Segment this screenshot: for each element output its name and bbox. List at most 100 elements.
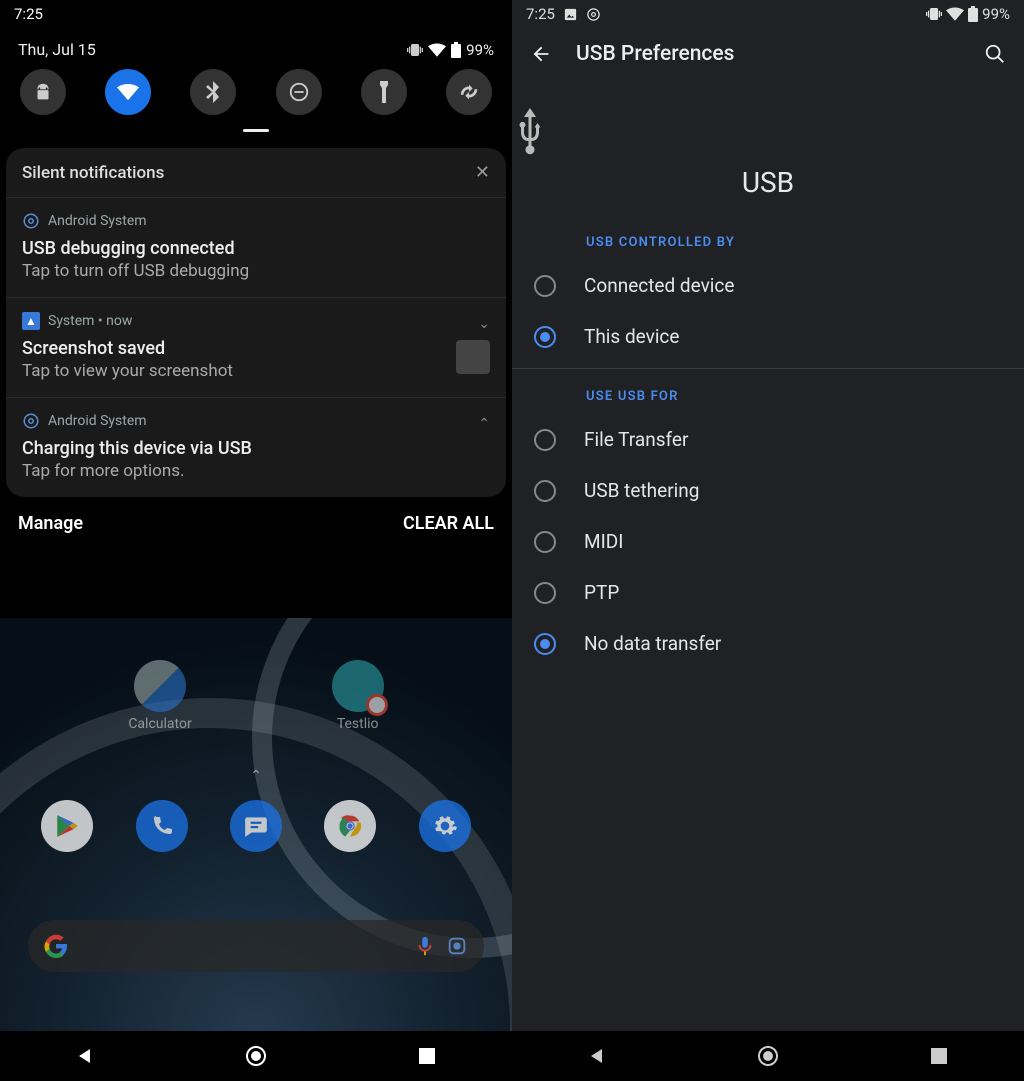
notification-charging[interactable]: Android System ⌃ Charging this device vi… <box>6 398 506 497</box>
google-search-bar[interactable] <box>28 920 484 972</box>
chrome-icon <box>336 812 364 840</box>
page-title: USB Preferences <box>576 42 960 66</box>
dnd-icon <box>288 81 310 103</box>
square-recents-icon <box>931 1048 947 1064</box>
dock-phone[interactable] <box>136 800 188 852</box>
radio-icon <box>534 326 556 348</box>
radio-label: PTP <box>584 581 619 604</box>
microphone-icon[interactable] <box>414 935 436 957</box>
silent-notifications-card: Silent notifications ✕ Android System US… <box>6 148 506 497</box>
search-button[interactable] <box>984 43 1006 65</box>
radio-this-device[interactable]: This device <box>512 311 1024 362</box>
qs-date: Thu, Jul 15 <box>18 40 96 59</box>
app-label: Testlio <box>337 716 379 732</box>
calculator-icon <box>134 660 186 712</box>
back-button[interactable] <box>530 43 552 65</box>
silent-header-label: Silent notifications <box>22 163 164 183</box>
square-recents-icon <box>419 1048 435 1064</box>
radio-icon <box>534 633 556 655</box>
chevron-down-icon[interactable]: ⌄ <box>478 316 490 332</box>
radio-label: Connected device <box>584 274 734 297</box>
rotate-icon <box>458 81 480 103</box>
nav-recents-button[interactable] <box>407 1036 447 1076</box>
notif-title: USB debugging connected <box>22 238 490 259</box>
clear-all-button[interactable]: CLEAR ALL <box>403 513 494 534</box>
notif-title: Charging this device via USB <box>22 438 490 459</box>
app-drawer-handle[interactable]: ⌃ <box>0 768 512 784</box>
app-testlio[interactable]: Testlio <box>332 660 384 732</box>
qs-toggle-flashlight[interactable] <box>361 69 407 115</box>
close-silent-button[interactable]: ✕ <box>475 162 490 183</box>
screenshot-thumbnail[interactable] <box>456 340 490 374</box>
vibrate-icon <box>407 42 423 58</box>
bluetooth-icon <box>206 81 220 103</box>
qs-toggle-wifi[interactable] <box>105 69 151 115</box>
qs-toggle-rotate[interactable] <box>446 69 492 115</box>
status-bar: 7:25 99% <box>512 0 1024 28</box>
radio-label: File Transfer <box>584 428 688 451</box>
arrow-left-icon <box>530 43 552 65</box>
vibrate-icon <box>926 6 942 22</box>
app-bar: USB Preferences <box>512 28 1024 80</box>
notif-source: Android System <box>48 213 147 229</box>
notification-screenshot[interactable]: ▲System • now ⌄ Screenshot saved Tap to … <box>6 298 506 398</box>
nav-back-button[interactable] <box>577 1036 617 1076</box>
section-controlled-by: USB CONTROLLED BY <box>512 221 1024 260</box>
radio-icon <box>534 480 556 502</box>
nav-back-button[interactable] <box>65 1036 105 1076</box>
qs-toggle-android[interactable] <box>20 69 66 115</box>
radio-label: This device <box>584 325 679 348</box>
radio-icon <box>534 429 556 451</box>
dock-play-store[interactable] <box>41 800 93 852</box>
app-label: Calculator <box>128 716 191 732</box>
notif-body: Tap to view your screenshot <box>22 361 490 381</box>
circle-home-icon <box>757 1045 779 1067</box>
divider <box>512 368 1024 369</box>
nav-recents-button[interactable] <box>919 1036 959 1076</box>
radio-label: USB tethering <box>584 479 699 502</box>
status-time: 7:25 <box>14 5 43 23</box>
chevron-up-icon[interactable]: ⌃ <box>478 416 490 432</box>
radio-icon <box>534 531 556 553</box>
notif-body: Tap to turn off USB debugging <box>22 261 490 281</box>
gear-icon <box>432 813 458 839</box>
settings-circle-icon <box>586 7 601 22</box>
nav-home-button[interactable] <box>236 1036 276 1076</box>
battery-icon <box>451 42 461 58</box>
google-lens-icon[interactable] <box>446 935 468 957</box>
dock-settings[interactable] <box>419 800 471 852</box>
app-calculator[interactable]: Calculator <box>128 660 191 732</box>
google-logo-icon <box>44 934 68 958</box>
notif-source: System • now <box>48 313 132 329</box>
image-notification-icon <box>563 7 578 22</box>
manage-button[interactable]: Manage <box>18 513 83 534</box>
search-icon <box>984 43 1006 65</box>
dock-messages[interactable] <box>230 800 282 852</box>
radio-connected-device[interactable]: Connected device <box>512 260 1024 311</box>
radio-usb-tethering[interactable]: USB tethering <box>512 465 1024 516</box>
notification-usb-debugging[interactable]: Android System USB debugging connected T… <box>6 198 506 298</box>
notif-title: Screenshot saved <box>22 338 490 359</box>
testlio-icon <box>332 660 384 712</box>
settings-circle-icon <box>22 412 40 430</box>
radio-file-transfer[interactable]: File Transfer <box>512 414 1024 465</box>
flashlight-icon <box>378 81 390 103</box>
notif-body: Tap for more options. <box>22 461 490 481</box>
radio-no-data-transfer[interactable]: No data transfer <box>512 618 1024 669</box>
radio-midi[interactable]: MIDI <box>512 516 1024 567</box>
qs-expand-handle[interactable] <box>243 129 269 132</box>
wifi-icon <box>946 7 964 21</box>
usb-hero-title: USB <box>512 166 1024 199</box>
triangle-back-icon <box>588 1047 606 1065</box>
qs-toggle-dnd[interactable] <box>276 69 322 115</box>
dock-chrome[interactable] <box>324 800 376 852</box>
circle-home-icon <box>245 1045 267 1067</box>
wifi-icon <box>428 43 446 57</box>
radio-icon <box>534 582 556 604</box>
phone-left: 7:25 Thu, Jul 15 99% Silent notification… <box>0 0 512 1081</box>
status-bar: 7:25 <box>0 0 512 28</box>
radio-ptp[interactable]: PTP <box>512 567 1024 618</box>
wifi-icon <box>117 83 139 101</box>
nav-home-button[interactable] <box>748 1036 788 1076</box>
qs-toggle-bluetooth[interactable] <box>190 69 236 115</box>
